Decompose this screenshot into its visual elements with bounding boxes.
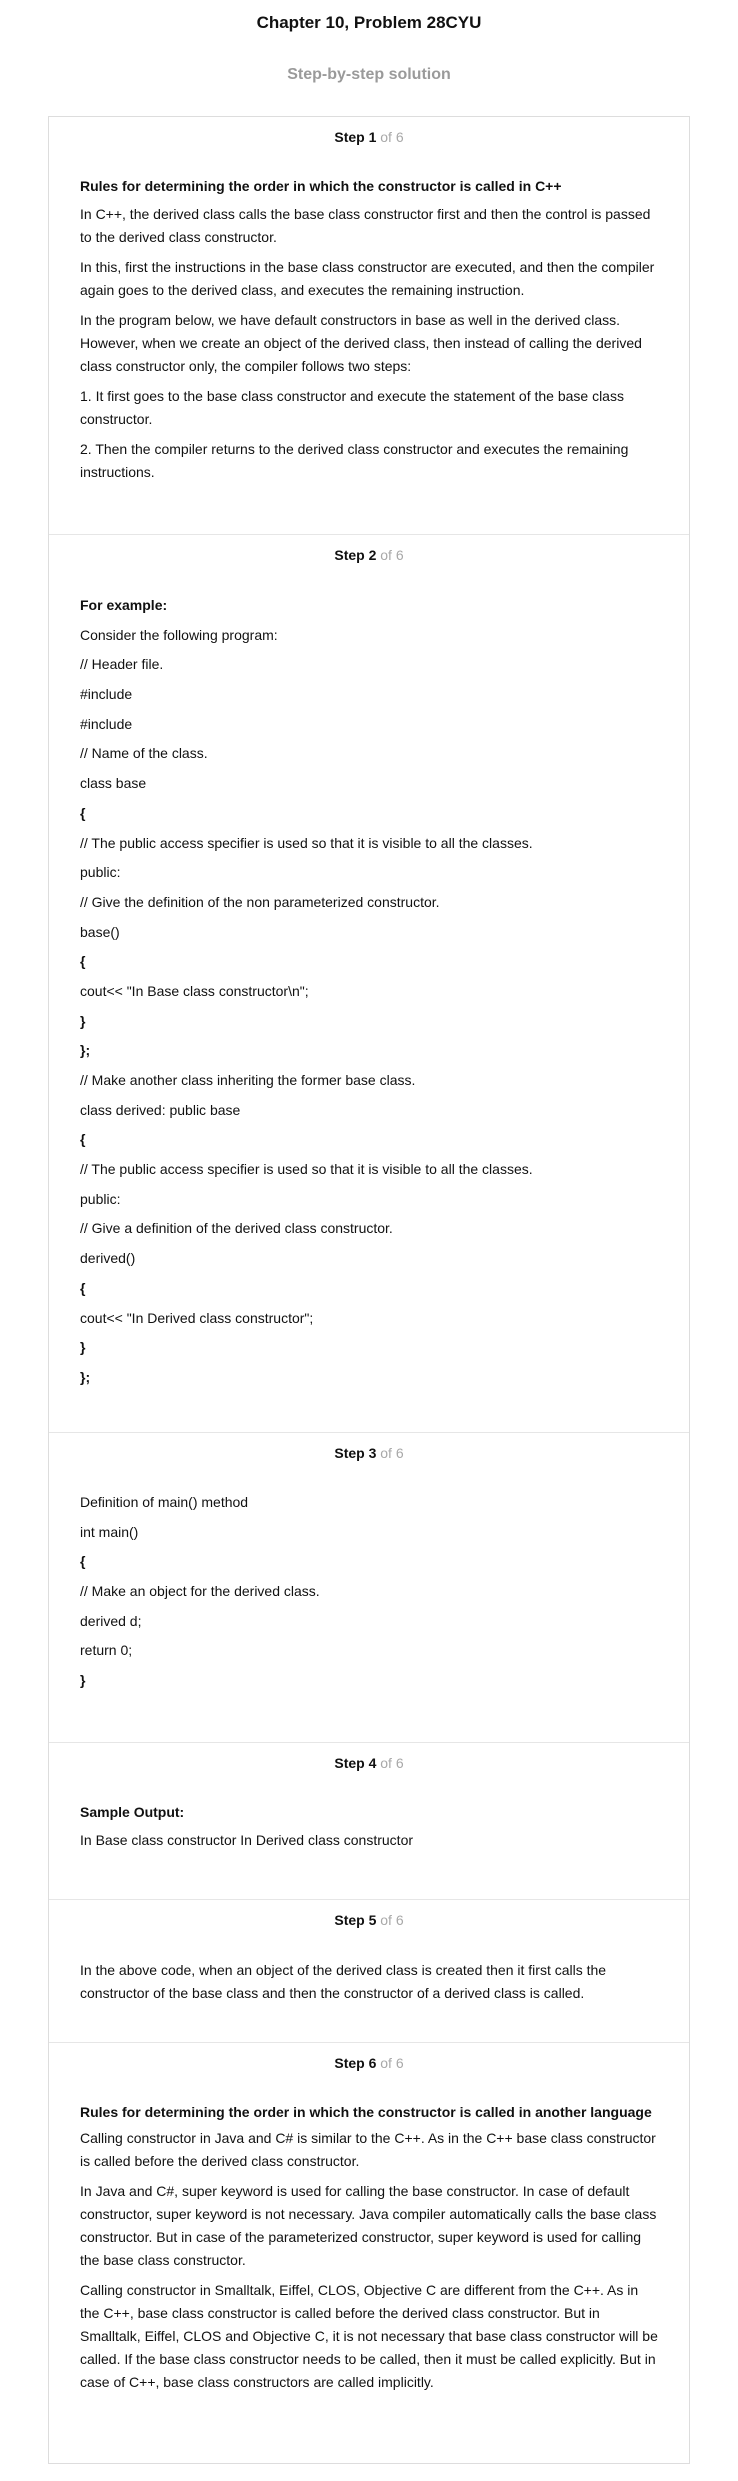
paragraph: In the above code, when an object of the… [80,1962,607,2001]
step-heading: Rules for determining the order in which… [80,2104,652,2120]
code-line: } [80,1672,86,1689]
paragraph: 2. Then the compiler returns to the deri… [80,441,629,480]
paragraph: In the program below, we have default co… [80,312,642,374]
code-line: }; [80,1368,91,1385]
code-line: // Make another class inheriting the for… [80,1072,416,1088]
code-line: // Give the definition of the non parame… [80,893,440,910]
code-line: // The public access specifier is used s… [80,834,533,851]
step-body: In the above code, when an object of the… [80,1959,658,2005]
step-label: Step 2 [334,547,377,563]
step-body: For example: Consider the following prog… [80,594,658,1396]
code-line: // The public access specifier is used s… [80,1161,533,1178]
step-label: Step 3 [334,1445,377,1461]
step-label: Step 6 [334,2055,377,2071]
code-line: class base [80,775,147,792]
paragraph: In Java and C#, super keyword is used fo… [80,2183,657,2268]
code-line: } [80,1339,86,1356]
code-line: #include [80,715,133,732]
code-line: Definition of main() method [80,1494,249,1510]
step-body: Sample Output: In Base class constructor… [80,1801,658,1852]
step-heading: Rules for determining the order in which… [80,178,562,194]
code-line: { [80,1131,86,1148]
code-line: derived d; [80,1612,142,1629]
code-line: { [80,1553,86,1570]
step-heading: Sample Output: [80,1804,185,1820]
step-3: Step 3 of 6 Definition of main() method … [49,1432,689,1742]
page-subtitle: Step-by-step solution [287,66,451,83]
code-line: derived() [80,1250,136,1267]
step-of: of 6 [380,547,404,563]
code-line: { [80,953,86,970]
step-5: Step 5 of 6 In the above code, when an o… [49,1899,689,2042]
step-label: Step 4 [334,1755,377,1771]
step-header: Step 1 of 6 [80,127,658,147]
step-4: Step 4 of 6 Sample Output: In Base class… [49,1742,689,1899]
code-line: { [80,804,86,821]
code-line: public: [80,864,121,881]
step-of: of 6 [380,2055,404,2071]
code-line: int main() [80,1523,139,1540]
paragraph: In Base class constructor In Derived cla… [80,1832,414,1848]
step-body: Rules for determining the order in which… [80,2101,658,2394]
step-body: Rules for determining the order in which… [80,175,658,484]
step-label: Step 1 [334,129,377,145]
step-header: Step 6 of 6 [80,2053,658,2073]
step-of: of 6 [380,1445,404,1461]
paragraph: Calling constructor in Java and C# is si… [80,2130,656,2169]
step-header: Step 3 of 6 [80,1443,658,1463]
code-line: base() [80,923,120,940]
steps-container: Step 1 of 6 Rules for determining the or… [48,116,690,2464]
paragraph: Calling constructor in Smalltalk, Eiffel… [80,2282,658,2390]
step-label: Step 5 [334,1912,377,1928]
code-line: cout<< "In Derived class constructor"; [80,1309,314,1326]
code-line: }; [80,1042,91,1059]
step-2: Step 2 of 6 For example: Consider the fo… [49,534,689,1432]
page-title: Chapter 10, Problem 28CYU [256,13,482,32]
step-of: of 6 [380,1912,404,1928]
paragraph: In this, first the instructions in the b… [80,259,655,298]
code-line: #include [80,686,133,703]
step-6: Step 6 of 6 Rules for determining the or… [49,2042,689,2463]
code-line: // Name of the class. [80,745,208,762]
code-line: // Header file. [80,656,164,673]
code-line: } [80,1012,86,1029]
step-header: Step 2 of 6 [80,545,658,565]
code-line: class derived: public base [80,1101,241,1118]
step-1: Step 1 of 6 Rules for determining the or… [49,117,689,534]
code-line: public: [80,1190,121,1207]
step-header: Step 4 of 6 [80,1753,658,1773]
code-line: { [80,1279,86,1296]
code-line: // Make an object for the derived class. [80,1583,320,1600]
step-of: of 6 [380,1755,404,1771]
step-of: of 6 [380,129,404,145]
code-line: cout<< "In Base class constructor\n"; [80,982,309,999]
step-heading: For example: [80,597,168,613]
code-line: Consider the following program: [80,626,278,643]
step-header: Step 5 of 6 [80,1910,658,1930]
paragraph: In C++, the derived class calls the base… [80,206,651,245]
code-line: // Give a definition of the derived clas… [80,1220,393,1237]
solution-page: Chapter 10, Problem 28CYU Step-by-step s… [0,0,738,2464]
code-line: return 0; [80,1642,133,1659]
paragraph: 1. It first goes to the base class const… [80,388,624,427]
step-body: Definition of main() method int main() {… [80,1491,658,1699]
